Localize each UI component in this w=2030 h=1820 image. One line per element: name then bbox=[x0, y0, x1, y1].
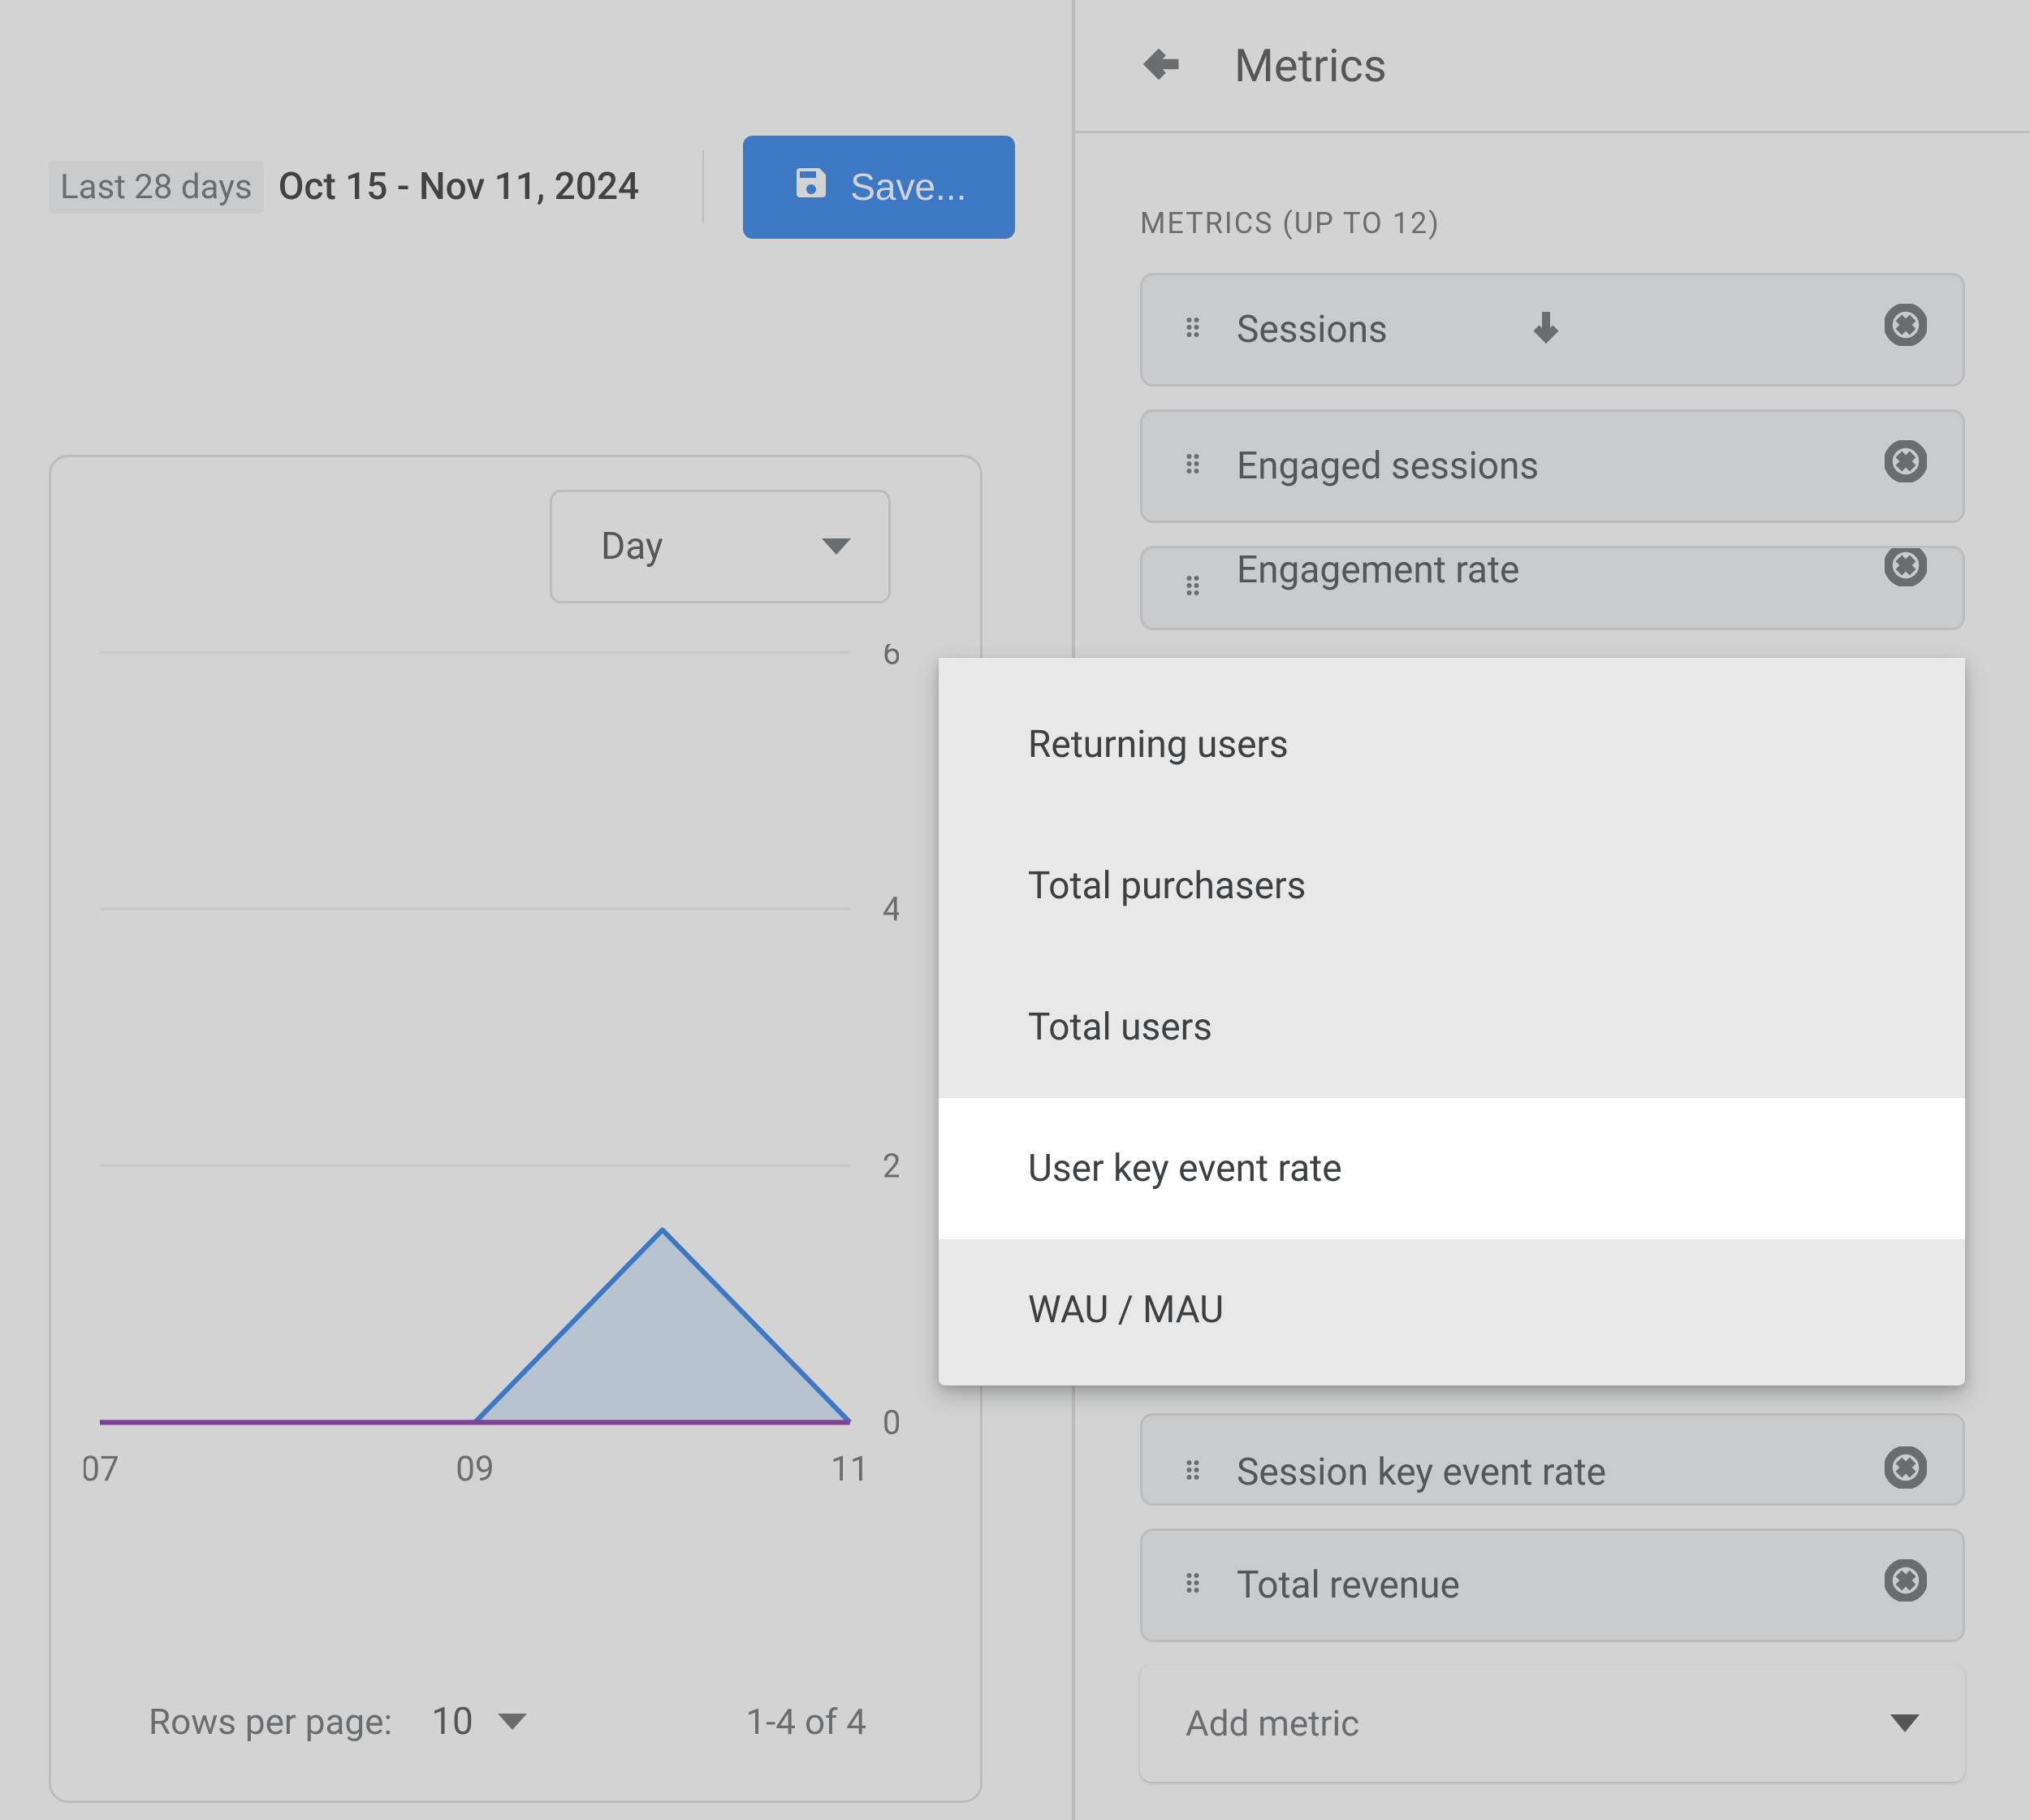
drag-handle-icon[interactable] bbox=[1178, 308, 1207, 352]
date-range[interactable]: Oct 15 - Nov 11, 2024 bbox=[279, 165, 639, 209]
explore-report-area: Last 28 days Oct 15 - Nov 11, 2024 Save.… bbox=[0, 0, 1072, 1820]
toolbar-divider bbox=[702, 150, 704, 223]
back-arrow-icon[interactable] bbox=[1140, 40, 1189, 92]
svg-text:0: 0 bbox=[883, 1403, 899, 1442]
metric-chip-label: Engaged sessions bbox=[1237, 444, 1855, 488]
metric-chip-engaged-sessions[interactable]: Engaged sessions bbox=[1140, 409, 1965, 523]
chevron-down-icon bbox=[498, 1714, 527, 1730]
add-metric-button[interactable]: Add metric bbox=[1140, 1665, 1965, 1782]
panel-header: Metrics bbox=[1075, 0, 2030, 133]
pagination-range: 1-4 of 4 bbox=[745, 1701, 866, 1743]
chevron-down-icon bbox=[822, 538, 851, 555]
dropdown-item-returning-users[interactable]: Returning users bbox=[939, 674, 1965, 815]
chart-plot: 0 2 4 6 07 09 11 bbox=[84, 644, 899, 1489]
metric-chip-label: Session key event rate bbox=[1237, 1450, 1855, 1494]
svg-text:07: 07 bbox=[84, 1450, 119, 1489]
dropdown-item-label: Total users bbox=[1028, 1005, 1212, 1049]
save-button-label: Save... bbox=[850, 165, 966, 209]
chart-card: Day 0 2 4 6 07 09 11 Rows per page: 10 1-4 of … bbox=[49, 455, 983, 1803]
add-metric-dropdown[interactable]: Returning users Total purchasers Total u… bbox=[939, 658, 1965, 1386]
metric-chip-label: Engagement rate bbox=[1237, 548, 1855, 592]
remove-metric-icon[interactable] bbox=[1885, 546, 1927, 596]
dropdown-item-label: Total purchasers bbox=[1028, 864, 1306, 908]
drag-handle-icon[interactable] bbox=[1178, 1563, 1207, 1607]
remove-metric-icon[interactable] bbox=[1885, 1446, 1927, 1498]
drag-handle-icon[interactable] bbox=[1178, 444, 1207, 488]
remove-metric-icon[interactable] bbox=[1885, 440, 1927, 492]
metric-chip-total-revenue[interactable]: Total revenue bbox=[1140, 1528, 1965, 1642]
dropdown-item-label: User key event rate bbox=[1028, 1147, 1342, 1191]
metric-chip-session-key-event-rate[interactable]: Session key event rate bbox=[1140, 1413, 1965, 1506]
dropdown-item-user-key-event-rate[interactable]: User key event rate bbox=[939, 1098, 1965, 1239]
date-preset-chip[interactable]: Last 28 days bbox=[49, 161, 264, 214]
dropdown-item-label: WAU / MAU bbox=[1028, 1288, 1224, 1332]
chevron-down-icon bbox=[1890, 1714, 1920, 1732]
svg-text:11: 11 bbox=[831, 1450, 869, 1489]
rows-per-page-select[interactable]: 10 bbox=[431, 1700, 527, 1744]
dropdown-item-label: Returning users bbox=[1028, 723, 1289, 767]
report-toolbar: Last 28 days Oct 15 - Nov 11, 2024 Save.… bbox=[49, 130, 1023, 244]
panel-title: Metrics bbox=[1234, 39, 1387, 93]
save-button[interactable]: Save... bbox=[743, 136, 1015, 239]
metric-chip-sessions[interactable]: Sessions bbox=[1140, 273, 1965, 387]
dropdown-item-total-purchasers[interactable]: Total purchasers bbox=[939, 815, 1965, 957]
add-metric-label: Add metric bbox=[1186, 1702, 1359, 1744]
drag-handle-icon[interactable] bbox=[1178, 1450, 1207, 1494]
metrics-section-label: METRICS (UP TO 12) bbox=[1075, 133, 2030, 273]
metric-chip-engagement-rate[interactable]: Engagement rate bbox=[1140, 546, 1965, 630]
remove-metric-icon[interactable] bbox=[1885, 1559, 1927, 1611]
svg-text:4: 4 bbox=[883, 889, 899, 928]
rows-per-page-value: 10 bbox=[431, 1700, 473, 1744]
svg-text:2: 2 bbox=[883, 1146, 899, 1185]
table-pager: Rows per page: 10 1-4 of 4 bbox=[149, 1700, 866, 1744]
metric-chip-label: Total revenue bbox=[1237, 1563, 1855, 1607]
dropdown-item-wau-mau[interactable]: WAU / MAU bbox=[939, 1239, 1965, 1381]
granularity-value: Day bbox=[601, 525, 663, 568]
metric-chip-label: Sessions bbox=[1237, 308, 1497, 352]
remove-metric-icon[interactable] bbox=[1885, 304, 1927, 356]
drag-handle-icon[interactable] bbox=[1178, 566, 1207, 610]
svg-text:09: 09 bbox=[456, 1450, 494, 1489]
svg-text:6: 6 bbox=[883, 644, 899, 672]
sort-desc-icon[interactable] bbox=[1527, 305, 1566, 354]
save-icon bbox=[792, 163, 831, 211]
granularity-select[interactable]: Day bbox=[550, 490, 891, 603]
rows-per-page-label: Rows per page: bbox=[149, 1701, 392, 1743]
dropdown-item-total-users[interactable]: Total users bbox=[939, 957, 1965, 1098]
